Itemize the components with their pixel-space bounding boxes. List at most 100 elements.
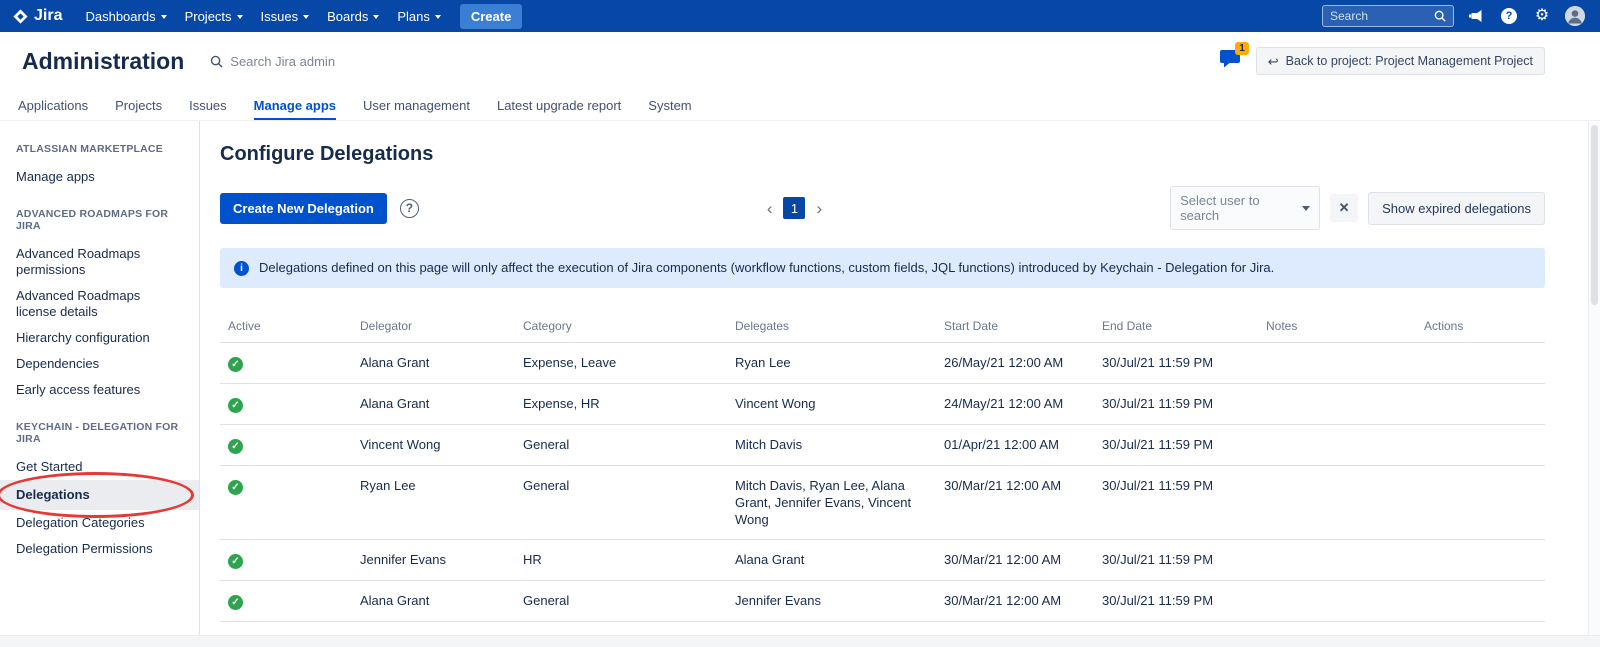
cell-delegator: Alana Grant bbox=[352, 343, 515, 384]
nav-menu-projects[interactable]: Projects bbox=[176, 6, 252, 27]
column-header-start-date: Start Date bbox=[936, 310, 1094, 343]
tab-applications[interactable]: Applications bbox=[18, 90, 88, 120]
cell-delegator: Jennifer Evans bbox=[352, 540, 515, 581]
cell-category: General bbox=[515, 425, 727, 466]
sidebar-item-delegations[interactable]: Delegations bbox=[0, 480, 199, 510]
sidebar-item-dependencies[interactable]: Dependencies bbox=[0, 351, 199, 377]
cell-notes bbox=[1258, 540, 1416, 581]
nav-menu-label: Dashboards bbox=[85, 9, 155, 24]
cell-start-date: 30/Mar/21 12:00 AM bbox=[936, 540, 1094, 581]
vertical-scrollbar-thumb[interactable] bbox=[1591, 125, 1598, 305]
cell-notes bbox=[1258, 384, 1416, 425]
admin-body: ATLASSIAN MARKETPLACE Manage apps ADVANC… bbox=[0, 121, 1600, 647]
cell-end-date: 30/Jul/21 11:59 PM bbox=[1094, 466, 1258, 540]
back-to-project-button[interactable]: ↩ Back to project: Project Management Pr… bbox=[1256, 47, 1545, 75]
cell-delegator: Ryan Lee bbox=[352, 466, 515, 540]
next-page-icon[interactable]: › bbox=[812, 200, 826, 217]
nav-menu-label: Issues bbox=[261, 9, 299, 24]
announcement-icon[interactable] bbox=[1465, 5, 1487, 27]
info-banner-text: Delegations defined on this page will on… bbox=[259, 260, 1274, 275]
admin-header: Administration 1 ↩ Back to project: Proj… bbox=[0, 32, 1600, 90]
jira-logo[interactable]: Jira bbox=[12, 7, 62, 25]
active-check-icon: ✓ bbox=[228, 398, 243, 413]
sidebar-section-keychain: KEYCHAIN - DELEGATION FOR JIRA Get Start… bbox=[0, 421, 199, 562]
create-button[interactable]: Create bbox=[460, 4, 522, 29]
page-title: Administration bbox=[22, 48, 184, 75]
table-row: ✓ Alana Grant Expense, Leave Ryan Lee 26… bbox=[220, 343, 1545, 384]
chevron-down-icon bbox=[161, 15, 167, 19]
active-check-icon: ✓ bbox=[228, 357, 243, 372]
nav-menu-issues[interactable]: Issues bbox=[252, 6, 319, 27]
admin-tabs: Applications Projects Issues Manage apps… bbox=[0, 90, 1600, 121]
settings-gear-icon[interactable]: ⚙ bbox=[1531, 5, 1553, 27]
chevron-down-icon bbox=[1302, 206, 1310, 211]
nav-menu-label: Projects bbox=[185, 9, 232, 24]
sidebar-item-advanced-roadmaps-license-details[interactable]: Advanced Roadmaps license details bbox=[0, 283, 199, 325]
cell-start-date: 01/Apr/21 12:00 AM bbox=[936, 425, 1094, 466]
sidebar-section-heading: ADVANCED ROADMAPS FOR JIRA bbox=[0, 208, 199, 232]
create-new-delegation-button[interactable]: Create New Delegation bbox=[220, 193, 387, 224]
cell-start-date: 26/May/21 12:00 AM bbox=[936, 343, 1094, 384]
user-avatar[interactable] bbox=[1564, 5, 1586, 27]
cell-notes bbox=[1258, 425, 1416, 466]
help-icon[interactable]: ? bbox=[400, 199, 419, 218]
sidebar-item-manage-apps[interactable]: Manage apps bbox=[0, 164, 199, 190]
nav-menu-dashboards[interactable]: Dashboards bbox=[76, 6, 175, 27]
cell-actions bbox=[1416, 384, 1545, 425]
sidebar-item-early-access-features[interactable]: Early access features bbox=[0, 377, 199, 403]
cell-delegator: Alana Grant bbox=[352, 384, 515, 425]
active-check-icon: ✓ bbox=[228, 595, 243, 610]
tab-latest-upgrade-report[interactable]: Latest upgrade report bbox=[497, 90, 621, 120]
cell-actions bbox=[1416, 540, 1545, 581]
cell-delegator: Vincent Wong bbox=[352, 425, 515, 466]
admin-header-right: 1 ↩ Back to project: Project Management … bbox=[1220, 47, 1545, 75]
sidebar-item-delegation-categories[interactable]: Delegation Categories bbox=[0, 510, 199, 536]
cell-end-date: 30/Jul/21 11:59 PM bbox=[1094, 384, 1258, 425]
help-icon[interactable]: ? bbox=[1498, 5, 1520, 27]
close-icon: ✕ bbox=[1339, 200, 1350, 216]
nav-menu-boards[interactable]: Boards bbox=[318, 6, 388, 27]
table-row: ✓ Vincent Wong General Mitch Davis 01/Ap… bbox=[220, 425, 1545, 466]
horizontal-scrollbar[interactable] bbox=[0, 635, 1600, 647]
user-search-select-placeholder: Select user to search bbox=[1180, 193, 1302, 223]
admin-search-input[interactable] bbox=[230, 54, 460, 69]
cell-active: ✓ bbox=[220, 466, 352, 540]
clear-filter-button[interactable]: ✕ bbox=[1330, 194, 1358, 222]
cell-start-date: 24/May/21 12:00 AM bbox=[936, 384, 1094, 425]
column-header-delegator: Delegator bbox=[352, 310, 515, 343]
tab-issues[interactable]: Issues bbox=[189, 90, 227, 120]
tab-manage-apps[interactable]: Manage apps bbox=[254, 90, 336, 120]
show-expired-delegations-button[interactable]: Show expired delegations bbox=[1368, 192, 1545, 225]
column-header-active: Active bbox=[220, 310, 352, 343]
vertical-scrollbar[interactable] bbox=[1588, 122, 1600, 635]
tab-user-management[interactable]: User management bbox=[363, 90, 470, 120]
sidebar-section-heading: KEYCHAIN - DELEGATION FOR JIRA bbox=[0, 421, 199, 445]
sidebar-item-label: Delegations bbox=[16, 487, 90, 502]
cell-start-date: 30/Mar/21 12:00 AM bbox=[936, 466, 1094, 540]
notifications-icon[interactable]: 1 bbox=[1220, 50, 1240, 73]
cell-actions bbox=[1416, 466, 1545, 540]
sidebar-item-get-started[interactable]: Get Started bbox=[0, 454, 199, 480]
user-search-select[interactable]: Select user to search bbox=[1170, 186, 1320, 230]
avatar-icon bbox=[1565, 6, 1585, 26]
search-icon bbox=[1434, 10, 1446, 22]
sidebar-section-marketplace: ATLASSIAN MARKETPLACE Manage apps bbox=[0, 143, 199, 190]
tab-system[interactable]: System bbox=[648, 90, 691, 120]
active-check-icon: ✓ bbox=[228, 480, 243, 495]
cell-notes bbox=[1258, 343, 1416, 384]
chevron-down-icon bbox=[237, 15, 243, 19]
sidebar-item-hierarchy-configuration[interactable]: Hierarchy configuration bbox=[0, 325, 199, 351]
nav-menu-plans[interactable]: Plans bbox=[388, 6, 450, 27]
prev-page-icon[interactable]: ‹ bbox=[763, 200, 777, 217]
tab-projects[interactable]: Projects bbox=[115, 90, 162, 120]
sidebar-item-advanced-roadmaps-permissions[interactable]: Advanced Roadmaps permissions bbox=[0, 241, 199, 283]
sidebar-item-delegation-permissions[interactable]: Delegation Permissions bbox=[0, 536, 199, 562]
cell-category: Expense, HR bbox=[515, 384, 727, 425]
cell-active: ✓ bbox=[220, 581, 352, 622]
cell-delegates: Jennifer Evans bbox=[727, 581, 936, 622]
current-page-button[interactable]: 1 bbox=[783, 197, 805, 219]
chevron-down-icon bbox=[373, 15, 379, 19]
search-icon bbox=[210, 55, 223, 68]
navbar-search-input[interactable] bbox=[1330, 9, 1429, 23]
controls-row: Create New Delegation ? ‹ 1 › Select use… bbox=[220, 186, 1545, 230]
